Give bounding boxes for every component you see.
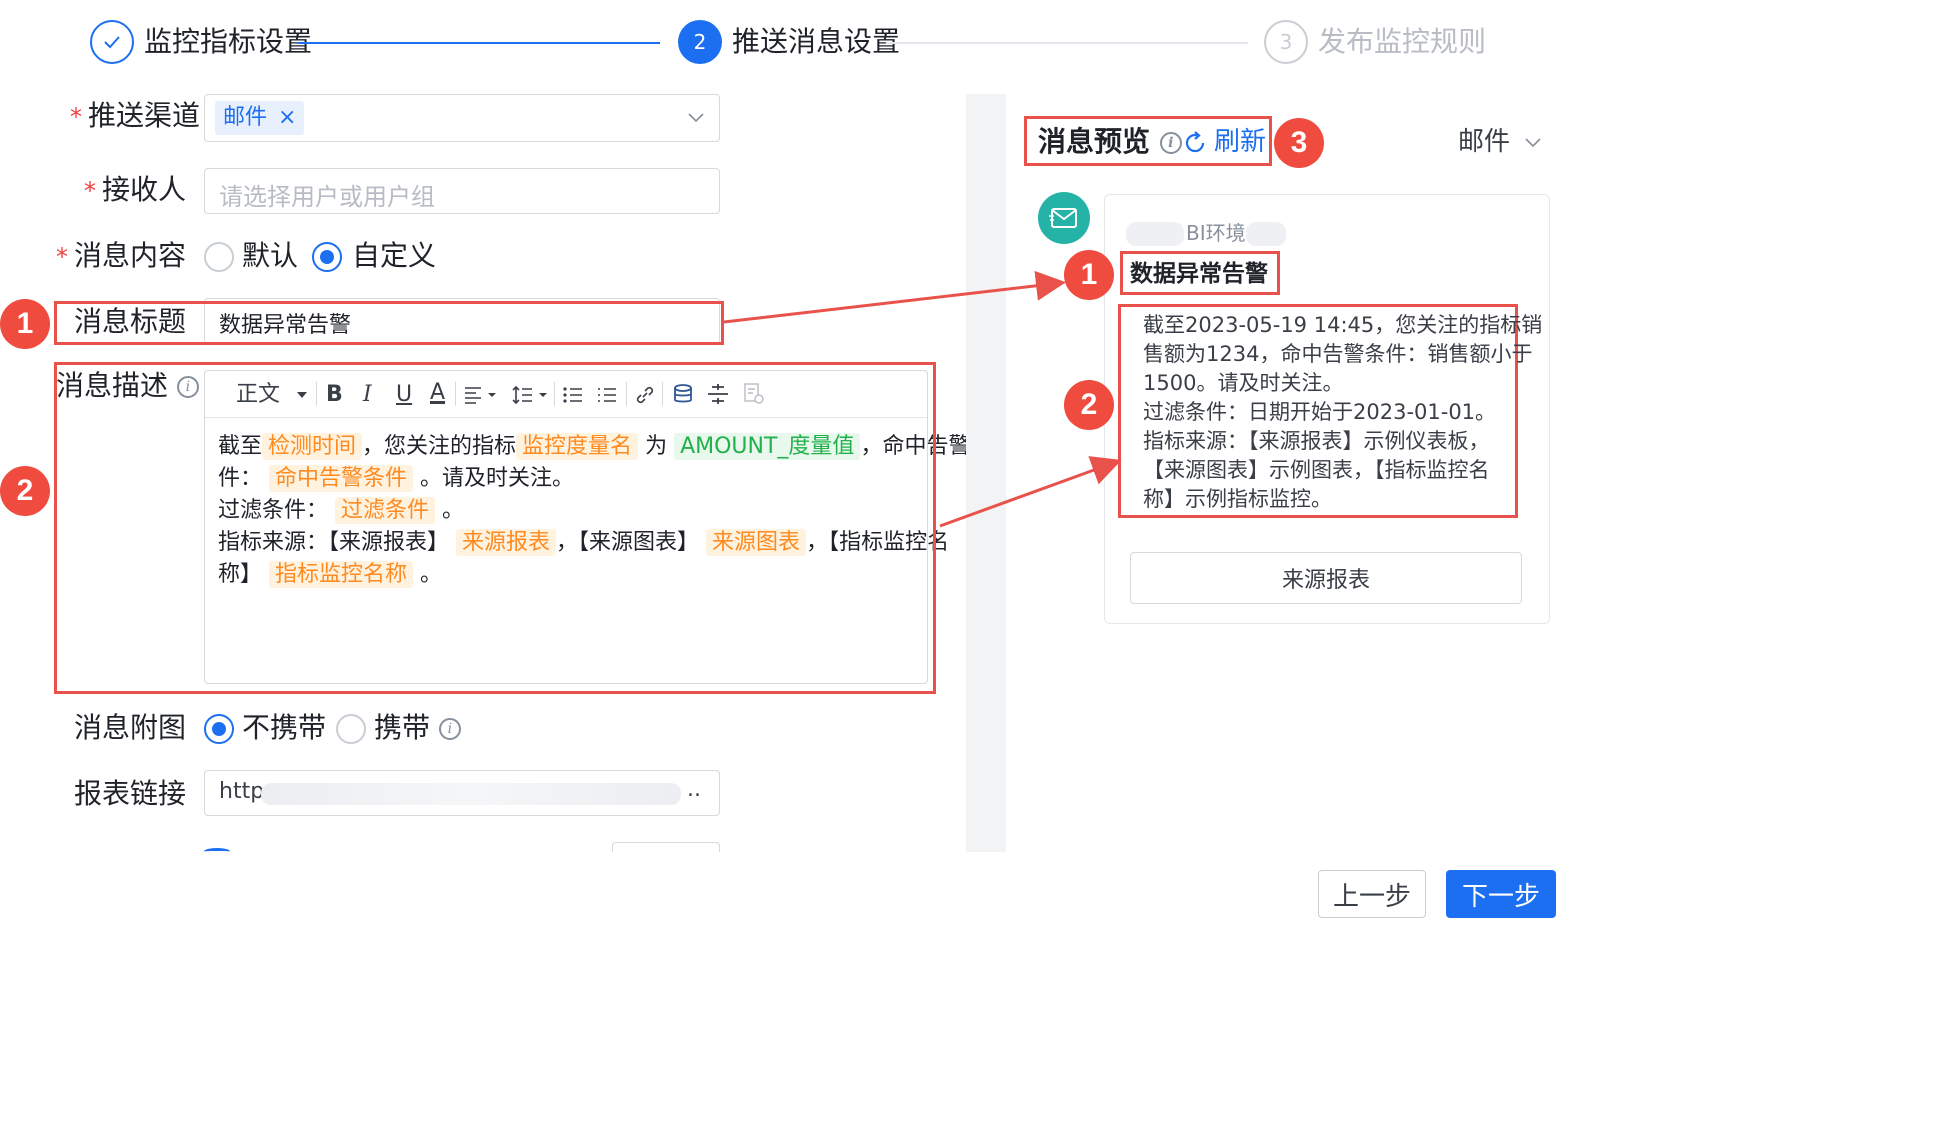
prev-step-button[interactable]: 上一步	[1318, 870, 1426, 918]
next-step-button[interactable]: 下一步	[1446, 870, 1556, 918]
annotation-arrows	[723, 270, 1122, 528]
